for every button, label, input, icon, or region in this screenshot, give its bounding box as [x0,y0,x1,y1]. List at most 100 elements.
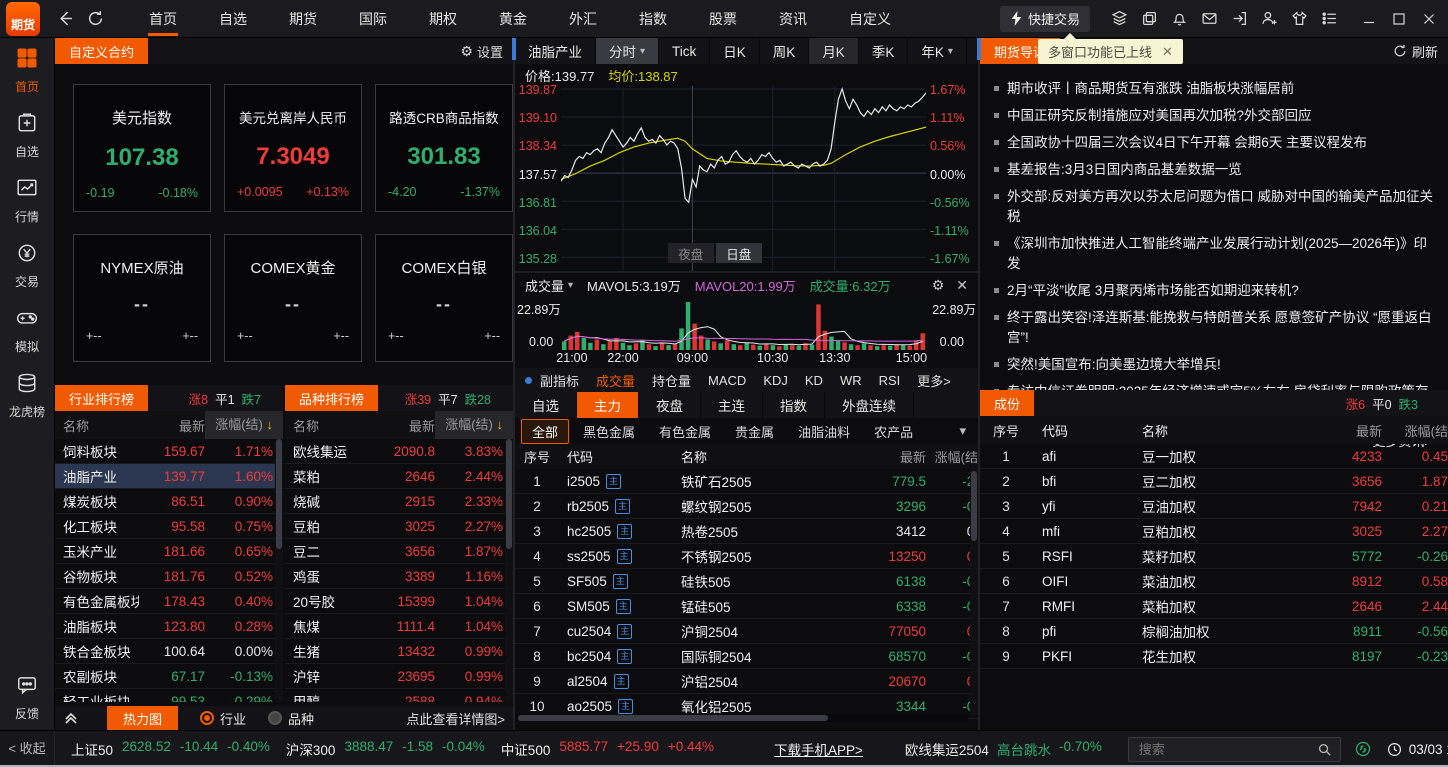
components-row-afi[interactable]: 1 afi 豆一加权 4233 0.45 [980,444,1448,469]
components-row-bfi[interactable]: 2 bfi 豆二加权 3656 1.87 [980,469,1448,494]
market-tab-自选[interactable]: 自选 [515,392,577,418]
news-item-1[interactable]: 期市收评丨商品期货互有涨跌 油脂板块涨幅居前 [994,79,1434,99]
skin-icon[interactable] [1284,4,1314,34]
chevron-down-icon[interactable]: ▾ [959,423,966,439]
nav-item-期货[interactable]: 期货 [268,0,338,38]
volume-chart[interactable]: 22.89万 0.00 22.89万 0.00 [515,298,978,350]
rank-row-有色金属板块[interactable]: 有色金属板块 178.43 0.40% [55,589,283,614]
industry-rank-scrollbar[interactable] [275,439,283,702]
period-tab-季K[interactable]: 季K [859,38,909,64]
user-plus-icon[interactable] [1254,4,1284,34]
category-贵金属[interactable]: 贵金属 [725,420,784,443]
rank-row-农副板块[interactable]: 农副板块 67.17 -0.13% [55,664,283,689]
components-row-OIFI[interactable]: 6 OIFI 菜油加权 8912 0.58 [980,569,1448,594]
nav-item-国际[interactable]: 国际 [338,0,408,38]
indicator-WR[interactable]: WR [840,373,862,388]
nav-item-黄金[interactable]: 黄金 [478,0,548,38]
collapse-chevron-icon[interactable] [63,711,79,725]
market-tab-主力[interactable]: 主力 [577,392,639,418]
nav-item-首页[interactable]: 首页 [128,0,198,38]
mail-icon[interactable] [1194,4,1224,34]
category-有色金属[interactable]: 有色金属 [649,420,721,443]
indicator-MACD[interactable]: MACD [708,373,746,388]
sidebar-item-首页[interactable]: 首页 [0,38,55,103]
sidebar-item-模拟[interactable]: 模拟 [0,298,55,363]
col-last[interactable]: 最新 [369,416,435,435]
multi-window-tooltip[interactable]: 多窗口功能已上线 ✕ [1038,33,1183,64]
indicator-RSI[interactable]: RSI [879,373,901,388]
nav-item-自选[interactable]: 自选 [198,0,268,38]
col-change-sorted[interactable]: 涨幅(结) ↓ [205,411,283,439]
quote-card-美元兑离岸人民币[interactable]: 美元兑离岸人民币 7.3049 +0.0095 +0.13% [224,84,362,212]
quick-trade-button[interactable]: 快捷交易 [999,5,1090,32]
market-tab-夜盘[interactable]: 夜盘 [639,392,701,418]
nav-item-期权[interactable]: 期权 [408,0,478,38]
period-tab-年K[interactable]: 年K ▾ [908,38,967,64]
rank-row-沪锌[interactable]: 沪锌 23695 0.99% [285,664,513,689]
search-box[interactable] [1127,736,1341,762]
rank-row-油脂产业[interactable]: 油脂产业 139.77 1.60% [55,464,283,489]
sidebar-item-自选[interactable]: 自选 [0,103,55,168]
market-row-hc2505[interactable]: 3hc2505主热卷250534120. [515,519,978,544]
refresh-icon[interactable] [80,4,110,34]
heatmap-button[interactable]: 热力图 [107,706,179,730]
category-全部[interactable]: 全部 [521,418,570,444]
period-tab-日K[interactable]: 日K [710,38,760,64]
radio-variety[interactable]: 品种 [268,709,314,728]
splitter-left[interactable] [512,38,516,730]
quote-card-美元指数[interactable]: 美元指数 107.38 -0.19 -0.18% [73,84,211,212]
rank-row-饲料板块[interactable]: 饲料板块 159.67 1.71% [55,439,283,464]
news-item-8[interactable]: 终于露出笑容!泽连斯基:能挽救与特朗普关系 愿意签矿产协议 “愿重返白宫”! [994,308,1434,348]
tab-industry-rank[interactable]: 行业排行榜 [55,385,149,411]
indicator-KDJ[interactable]: KDJ [763,373,788,388]
market-row-i2505[interactable]: 1i2505主铁矿石2505779.5-2. [515,469,978,494]
rank-row-豆粕[interactable]: 豆粕 3025 2.27% [285,514,513,539]
nav-item-资讯[interactable]: 资讯 [758,0,828,38]
tooltip-close-icon[interactable]: ✕ [1162,44,1173,60]
rank-row-油脂板块[interactable]: 油脂板块 123.80 0.28% [55,614,283,639]
radio-industry[interactable]: 行业 [200,709,246,728]
col-last[interactable]: 最新 [139,416,205,435]
download-app-link[interactable]: 下载手机APP> [774,739,863,759]
volume-selector[interactable]: 成交量 ▾ [525,276,573,295]
sidebar-item-反馈[interactable]: 反馈 [0,665,55,730]
nav-item-外汇[interactable]: 外汇 [548,0,618,38]
market-row-ss2505[interactable]: 4ss2505主不锈钢2505132500. [515,544,978,569]
indicator-持仓量[interactable]: 持仓量 [652,371,691,390]
market-row-SF505[interactable]: 5SF505主硅铁5056138-0. [515,569,978,594]
rank-row-生猪[interactable]: 生猪 13432 0.99% [285,639,513,664]
variety-rank-scrollbar[interactable] [505,439,513,702]
tab-components[interactable]: 成份 [980,390,1035,416]
rank-row-煤炭板块[interactable]: 煤炭板块 86.51 0.90% [55,489,283,514]
rank-row-甲醇[interactable]: 甲醇 2588 0.94% [285,689,513,703]
rank-row-化工板块[interactable]: 化工板块 95.58 0.75% [55,514,283,539]
sidebar-item-行情[interactable]: 行情 [0,168,55,233]
quote-card-COMEX白银[interactable]: COMEX白银 -- +-- +-- [375,234,513,362]
rank-row-铁合金板块[interactable]: 铁合金板块 100.64 0.00% [55,639,283,664]
volume-gear-icon[interactable]: ⚙ [932,277,945,294]
layers-icon[interactable] [1104,4,1134,34]
sidebar-item-龙虎榜[interactable]: 龙虎榜 [0,363,55,428]
settings-button[interactable]: ⚙ 设置 [460,42,503,61]
market-row-rb2505[interactable]: 2rb2505主螺纹钢25053296-0. [515,494,978,519]
indicator-KD[interactable]: KD [805,373,823,388]
rank-row-玉米产业[interactable]: 玉米产业 181.66 0.65% [55,539,283,564]
news-item-4[interactable]: 基差报告:3月3日国内商品基差数据一览 [994,160,1434,180]
rank-row-鸡蛋[interactable]: 鸡蛋 3389 1.16% [285,564,513,589]
market-table-scrollbar[interactable] [970,469,978,714]
rank-row-菜粕[interactable]: 菜粕 2646 2.44% [285,464,513,489]
splitter-right[interactable] [977,38,981,730]
statusbar-collapse[interactable]: < 收起 [0,731,55,767]
session-day-button[interactable]: 日盘 [715,243,762,263]
nav-item-指数[interactable]: 指数 [618,0,688,38]
sidebar-item-交易[interactable]: 交易 [0,233,55,298]
components-row-mfi[interactable]: 4 mfi 豆粕加权 3025 2.27 [980,519,1448,544]
period-tab-周K[interactable]: 周K [760,38,810,64]
rank-row-轻工业板块[interactable]: 轻工业板块 99.53 -0.29% [55,689,283,703]
rank-row-豆二[interactable]: 豆二 3656 1.87% [285,539,513,564]
period-tab-月K[interactable]: 月K [809,38,859,64]
tab-variety-rank[interactable]: 品种排行榜 [285,385,379,411]
refresh-button[interactable]: 刷新 [1393,42,1438,61]
rank-row-20号胶[interactable]: 20号胶 15399 1.04% [285,589,513,614]
category-农产品[interactable]: 农产品 [864,420,923,443]
